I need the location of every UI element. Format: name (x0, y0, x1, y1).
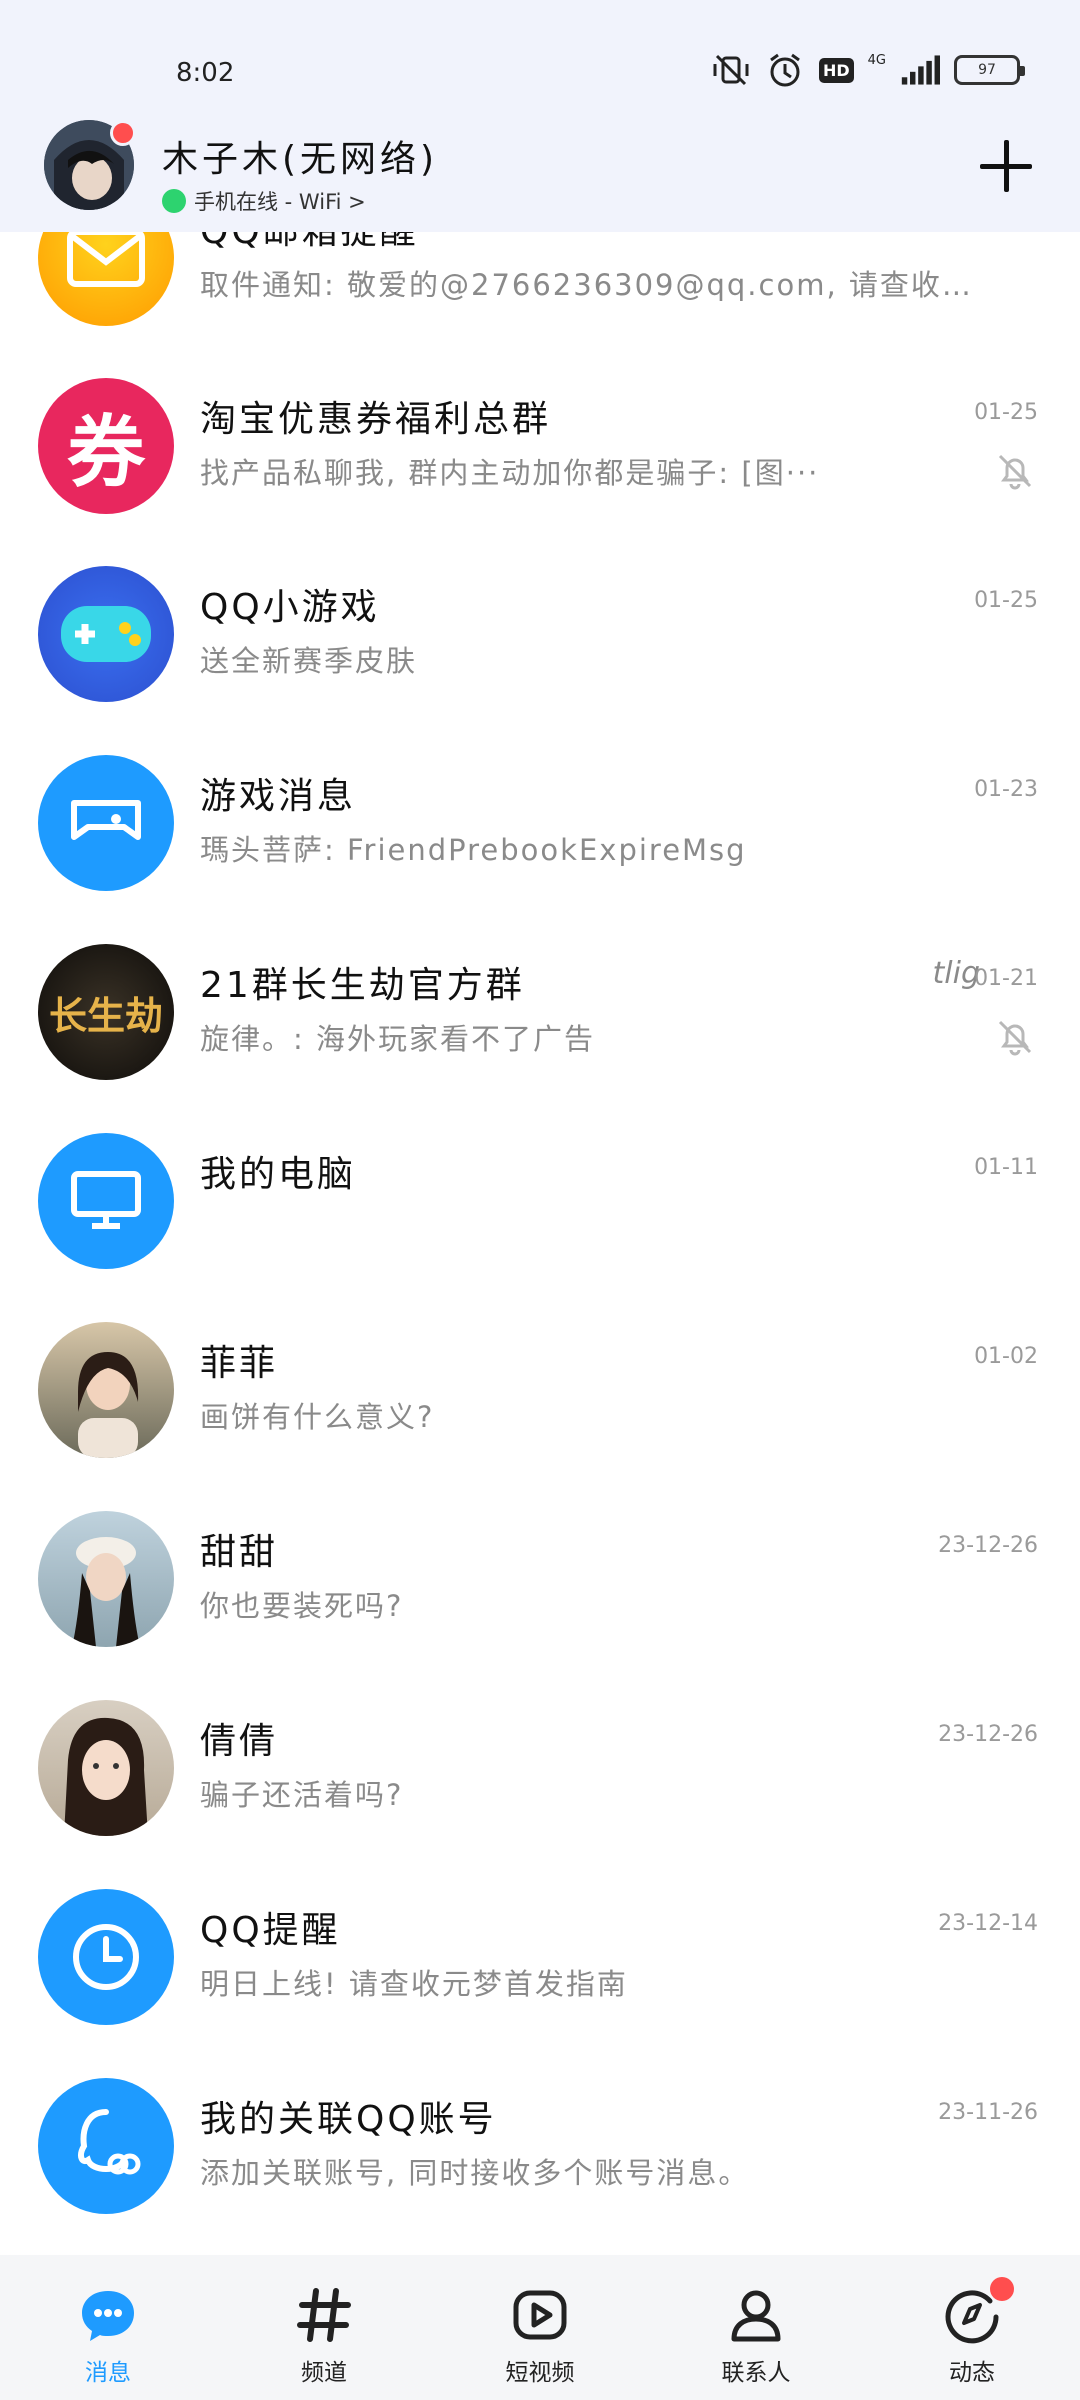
tab-label: 短视频 (505, 2360, 575, 2386)
tab-channels[interactable]: 频道 (254, 2285, 394, 2387)
tab-discover[interactable]: 动态 (902, 2277, 1042, 2387)
user-avatar (38, 1322, 174, 1458)
linked-account-icon (38, 2078, 174, 2214)
alarm-icon (765, 50, 805, 90)
conversation-preview: 画饼有什么意义? (200, 1400, 435, 1434)
online-status-text: 手机在线 - WiFi > (194, 190, 366, 214)
conversation-preview: 骗子还活着吗? (200, 1778, 404, 1812)
top-bar: 8:02 HD 4G 97 木子木(无网络) 手机在线 - WiFi > (0, 0, 1080, 232)
conversation-item[interactable]: QQ提醒 明日上线! 请查收元梦首发指南 23-12-14 (0, 1849, 1080, 2037)
conversation-title: 淘宝优惠券福利总群 (200, 399, 552, 440)
account-header: 木子木(无网络) 手机在线 - WiFi > (0, 120, 1080, 232)
conversation-preview: 瑪头菩萨: FriendPrebookExpireMsg (200, 833, 747, 867)
game-controller-icon (38, 566, 174, 702)
conversation-item[interactable]: 游戏消息 瑪头菩萨: FriendPrebookExpireMsg 01-23 (0, 715, 1080, 903)
conversation-preview: 送全新赛季皮肤 (200, 644, 418, 678)
avatar-notification-badge (110, 120, 136, 146)
hd-icon: HD (818, 57, 854, 83)
coupon-avatar: 券 (38, 378, 174, 514)
conversation-preview: 添加关联账号, 同时接收多个账号消息。 (200, 2156, 750, 2190)
tab-messages[interactable]: 消息 (38, 2285, 178, 2387)
conversation-time: 01-25 (974, 400, 1038, 425)
computer-icon (38, 1133, 174, 1269)
conversation-preview: 找产品私聊我, 群内主动加你都是骗子: [图··· (200, 456, 820, 490)
conversation-title: 倩倩 (200, 1721, 279, 1762)
bottom-nav: 消息 频道 短视频 联系人 动态 (0, 2255, 1080, 2400)
conversation-title: 我的关联QQ账号 (200, 2099, 497, 2140)
tab-contacts[interactable]: 联系人 (686, 2285, 826, 2387)
conversation-time: 01-02 (974, 1344, 1038, 1369)
online-indicator-icon (162, 189, 186, 213)
conversation-time: 23-12-26 (938, 1533, 1038, 1558)
conversation-preview: 取件通知: 敬爱的@2766236309@qq.com, 请查收今早刚··· (200, 268, 980, 302)
account-name[interactable]: 木子木(无网络) (162, 130, 438, 182)
conversation-item[interactable]: 我的电脑 01-11 (0, 1093, 1080, 1281)
conversation-time: 23-12-14 (938, 1911, 1038, 1936)
conversation-item[interactable]: 倩倩 骗子还活着吗? 23-12-26 (0, 1660, 1080, 1848)
conversation-time: 01-23 (974, 777, 1038, 802)
conversation-title: 菲菲 (200, 1343, 279, 1384)
discover-badge (990, 2277, 1014, 2301)
gamepad-icon (38, 755, 174, 891)
conversation-item[interactable]: 菲菲 画饼有什么意义? 01-02 (0, 1282, 1080, 1470)
conversation-preview: 你也要装死吗? (200, 1589, 404, 1623)
tab-label: 动态 (949, 2360, 995, 2386)
mute-bell-icon (998, 1020, 1032, 1056)
conversation-title: 我的电脑 (200, 1154, 357, 1195)
conversation-preview: 旋律。: 海外玩家看不了广告 (200, 1022, 595, 1056)
conversation-time: 01-21 (974, 966, 1038, 991)
conversation-title: 甜甜 (200, 1532, 279, 1573)
contacts-icon (726, 2285, 786, 2345)
conversation-title: QQ小游戏 (200, 587, 380, 628)
network-type: 4G (867, 52, 886, 68)
group-tag: tlig (932, 956, 980, 991)
group-avatar: 长生劫 (38, 944, 174, 1080)
tab-label: 频道 (301, 2360, 347, 2386)
conversation-item[interactable]: 甜甜 你也要装死吗? 23-12-26 (0, 1471, 1080, 1659)
battery-icon: 97 (954, 55, 1025, 85)
conversation-time: 23-12-26 (938, 1722, 1038, 1747)
tab-short-video[interactable]: 短视频 (470, 2285, 610, 2387)
coupon-glyph: 券 (66, 408, 145, 498)
user-avatar (38, 1700, 174, 1836)
online-status[interactable]: 手机在线 - WiFi > (162, 186, 366, 216)
conversation-item[interactable]: QQ小游戏 送全新赛季皮肤 01-25 (0, 526, 1080, 714)
vibrate-off-icon (711, 50, 751, 90)
conversation-item[interactable]: 券 淘宝优惠券福利总群 找产品私聊我, 群内主动加你都是骗子: [图··· 01… (0, 338, 1080, 526)
conversation-title: QQ提醒 (200, 1910, 341, 1951)
conversation-item[interactable]: 我的关联QQ账号 添加关联账号, 同时接收多个账号消息。 23-11-26 (0, 2038, 1080, 2226)
mute-bell-icon (998, 454, 1032, 490)
user-avatar (38, 1511, 174, 1647)
message-icon (78, 2285, 138, 2345)
video-icon (510, 2285, 570, 2345)
hash-icon (294, 2285, 354, 2345)
conversation-preview: 明日上线! 请查收元梦首发指南 (200, 1967, 628, 2001)
conversation-time: 23-11-26 (938, 2100, 1038, 2125)
clock-icon (38, 1889, 174, 2025)
conversation-list[interactable]: QQ邮箱提醒 取件通知: 敬爱的@2766236309@qq.com, 请查收今… (0, 208, 1080, 2255)
status-icons: HD 4G 97 (711, 50, 1025, 90)
conversation-time: 01-11 (974, 1155, 1038, 1180)
conversation-time: 01-25 (974, 588, 1038, 613)
add-button[interactable] (976, 136, 1036, 196)
conversation-item[interactable]: 长生劫 21群长生劫官方群 旋律。: 海外玩家看不了广告 tlig 01-21 (0, 904, 1080, 1092)
tab-label: 联系人 (721, 2360, 791, 2386)
tab-label: 消息 (85, 2360, 131, 2386)
conversation-title: 游戏消息 (200, 776, 357, 817)
signal-icon (900, 50, 940, 90)
game-logo: 长生劫 (48, 993, 163, 1038)
conversation-title: 21群长生劫官方群 (200, 965, 525, 1006)
